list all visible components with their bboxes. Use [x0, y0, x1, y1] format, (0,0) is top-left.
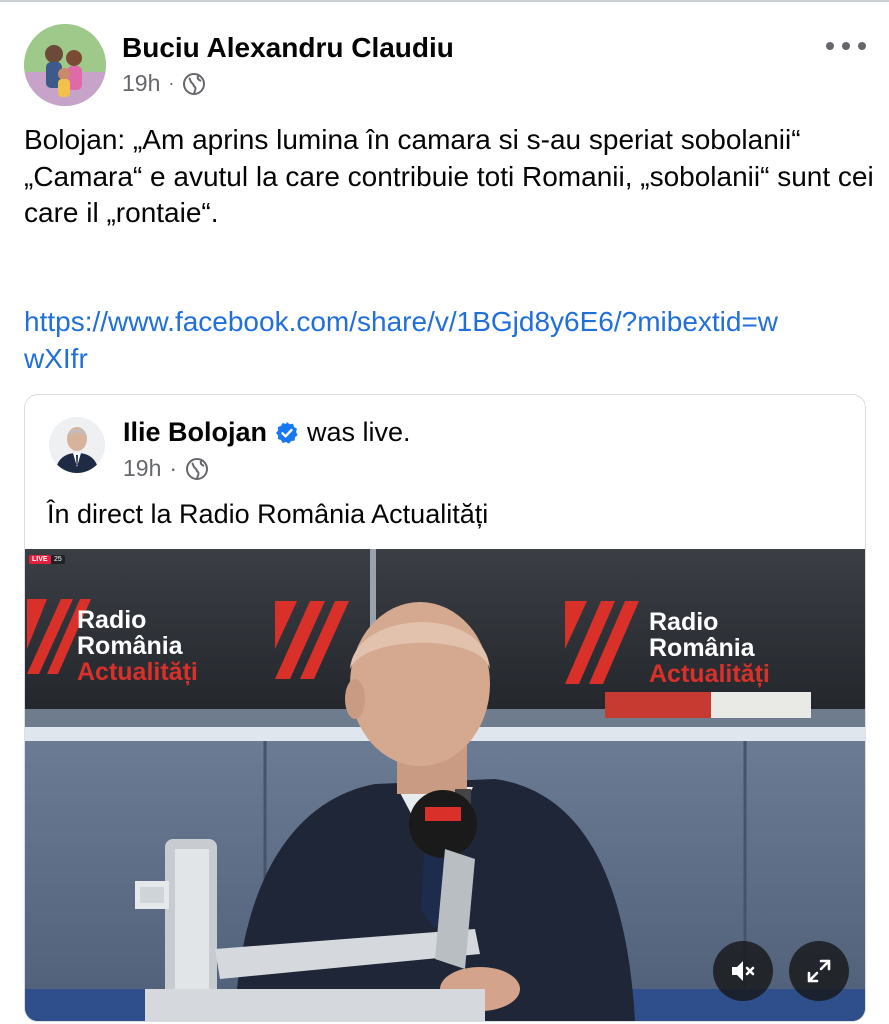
post-meta: 19h · — [122, 70, 206, 97]
expand-icon — [807, 959, 831, 983]
logo-line-3: Actualități — [649, 660, 770, 688]
shared-post-title: În direct la Radio România Actualități — [47, 499, 489, 529]
shared-meta: 19h · — [123, 455, 209, 482]
studio-logo-left: Radio România Actualități — [77, 607, 198, 685]
shared-action: was live. — [307, 417, 411, 447]
verified-badge-icon — [276, 421, 298, 444]
shared-avatar-photo — [49, 417, 105, 473]
post-time[interactable]: 19h — [122, 70, 160, 97]
logo-line-1: Radio — [649, 608, 719, 636]
fullscreen-button[interactable] — [789, 941, 849, 1001]
post-text-line: Bolojan: „Am aprins lumina în camara si … — [24, 124, 801, 155]
more-dot — [842, 42, 850, 50]
meta-separator: · — [169, 455, 178, 481]
viewer-count: 25 — [51, 555, 65, 564]
shared-author-name[interactable]: Ilie Bolojan — [123, 417, 267, 448]
shared-time[interactable]: 19h — [123, 455, 161, 482]
logo-line-1: Radio — [77, 606, 147, 634]
meta-separator: · — [168, 73, 175, 93]
studio-logo-right: Radio România Actualități — [649, 609, 770, 687]
mute-button[interactable] — [713, 941, 773, 1001]
speaker-muted-icon — [732, 961, 755, 981]
shared-header: Ilie Bolojan was live. — [123, 417, 411, 448]
logo-line-2: România — [77, 632, 183, 660]
post-text: Bolojan: „Am aprins lumina în camara si … — [24, 122, 874, 232]
shared-author-avatar[interactable] — [49, 417, 105, 473]
more-options-button[interactable] — [826, 34, 866, 58]
top-divider — [0, 0, 889, 2]
logo-line-3: Actualități — [77, 658, 198, 686]
globe-icon[interactable] — [182, 72, 206, 96]
more-dot — [858, 42, 866, 50]
live-badge: LIVE — [29, 555, 51, 564]
globe-icon[interactable] — [185, 457, 209, 481]
avatar-photo — [24, 24, 106, 106]
post-author-name[interactable]: Buciu Alexandru Claudiu — [122, 32, 454, 64]
more-horizontal-icon — [826, 42, 834, 50]
author-avatar[interactable] — [24, 24, 106, 106]
logo-line-2: România — [649, 634, 755, 662]
video-player[interactable]: LIVE 25 Radio România Actualități Radio … — [25, 549, 865, 1021]
post-text-line: „Camara“ e avutul la care contribuie tot… — [24, 160, 874, 229]
post-link[interactable]: https://www.facebook.com/share/v/1BGjd8y… — [24, 304, 784, 377]
shared-post-card[interactable]: Ilie Bolojan was live. 19h · În direct l… — [24, 394, 866, 1022]
